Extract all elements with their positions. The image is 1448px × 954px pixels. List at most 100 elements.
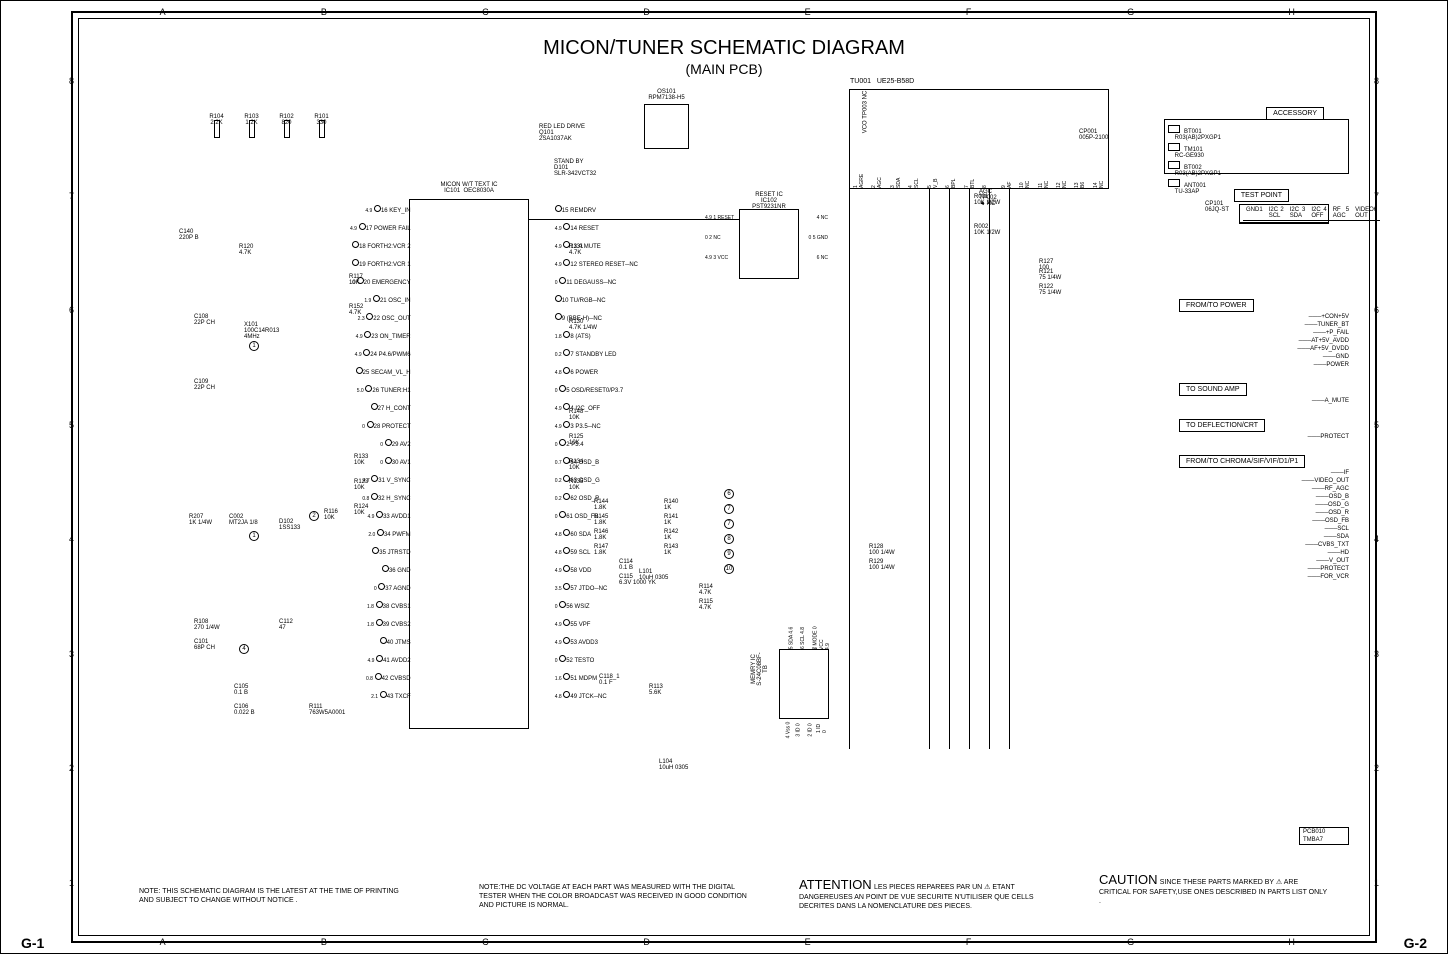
ic-pin: 0.7 64 OSD_B bbox=[555, 457, 638, 475]
ic-pin: 40 JTMS bbox=[350, 637, 411, 655]
grid-col: B bbox=[321, 937, 327, 947]
connection-group: FROM/TO CHROMA/SIF/VIF/D1/P1 ───IF───VID… bbox=[1179, 455, 1349, 580]
wire bbox=[989, 189, 990, 749]
component: R1431K bbox=[664, 544, 678, 556]
component: R108270 1/4W bbox=[194, 619, 220, 631]
attention-block: ATTENTION LES PIECES REPAREES PAR UN ⚠ E… bbox=[799, 877, 1059, 910]
ic-pin: 4.9 55 VPF bbox=[555, 619, 638, 637]
wire bbox=[929, 189, 930, 749]
signal-line: ───HD bbox=[1179, 550, 1349, 556]
signal-line: ───+CON+5V bbox=[1179, 314, 1349, 320]
ic-pin: 0.2 63 OSD_G bbox=[555, 475, 638, 493]
node-ref: 2 bbox=[309, 511, 319, 521]
signal-line: ───AT+5V_AVDD bbox=[1179, 338, 1349, 344]
grid-row: 5 bbox=[69, 420, 74, 430]
grid-col: E bbox=[805, 937, 811, 947]
ic-pin: 4.9 12 STEREO RESET─NC bbox=[555, 259, 638, 277]
ic-pin: 1 ID 0 bbox=[816, 721, 828, 733]
tuner-pin: 7 BTL bbox=[964, 180, 976, 188]
signal-line: ───RF_AGC bbox=[1179, 486, 1349, 492]
signal-line: ───GND bbox=[1179, 354, 1349, 360]
node-ref: 4 bbox=[239, 644, 249, 654]
grid-row: 2 bbox=[69, 763, 74, 773]
component: R00110K 1/2W bbox=[974, 194, 1000, 206]
grid-row: 3 bbox=[69, 649, 74, 659]
ic-pin: 4.9 41 AVDD2 bbox=[350, 655, 411, 673]
ic-pin: 35 JTRSTD bbox=[350, 547, 411, 565]
grid-col: B bbox=[321, 7, 327, 17]
component: R1524.7K bbox=[349, 304, 363, 316]
component: R1411K bbox=[664, 514, 678, 526]
signal-line: ───+P_FAIL bbox=[1179, 330, 1349, 336]
wire bbox=[529, 219, 739, 220]
component: R1204.7K bbox=[239, 244, 253, 256]
ic-pin: 4.9 13 A MUTE bbox=[555, 241, 638, 259]
tuner-block: TU001 UE25-B58D 1 AGRE2 AGC3 SDA4 SCL5 V… bbox=[849, 89, 1109, 189]
grid-row: 8 bbox=[1374, 76, 1379, 86]
grid-col: C bbox=[482, 937, 489, 947]
grid-col: A bbox=[160, 7, 166, 17]
remocon-block: OS101RPM7138-H5 bbox=[644, 104, 689, 149]
component: R1154.7K bbox=[699, 599, 713, 611]
corner-bl: G-1 bbox=[21, 935, 44, 951]
grid-col: H bbox=[1288, 937, 1295, 947]
tuner-pin: 9 AF bbox=[1001, 180, 1013, 188]
cp101: CP10106JQ-ST bbox=[1205, 201, 1229, 213]
signal-line: ───IF bbox=[1179, 470, 1349, 476]
tuner-pin: 11 NC bbox=[1038, 180, 1050, 188]
signal-line: ───PROTECT bbox=[1179, 434, 1349, 440]
component: R128100 1/4W bbox=[869, 544, 895, 556]
resistor: R101330 bbox=[304, 114, 339, 134]
component: R11710K bbox=[349, 274, 363, 286]
component: C11247 bbox=[279, 619, 293, 631]
ic-pin: 1.8 8 (ATS) bbox=[555, 331, 638, 349]
resistor: R1042.2K bbox=[199, 114, 234, 134]
wire bbox=[969, 189, 970, 749]
ic-pin: 0.8 42 CVBSD bbox=[350, 673, 411, 691]
ic-pin: 0 56 WSIZ bbox=[555, 601, 638, 619]
resistor: R102820 bbox=[269, 114, 304, 134]
component: R1304.7K 1/4W bbox=[569, 319, 597, 331]
node-ref: 10 bbox=[724, 564, 734, 574]
component: R1461.8K bbox=[594, 529, 608, 541]
tuner-pin: 13 B6 bbox=[1074, 180, 1086, 188]
ic-pin: 0 2 P3.4 bbox=[555, 439, 638, 457]
tuner-pin: 8 bbox=[982, 180, 994, 188]
signal-line: ───V_OUT bbox=[1179, 558, 1349, 564]
ic-pin: 3 ID 0 bbox=[796, 723, 802, 736]
ic-pin: 6 NC bbox=[817, 255, 828, 261]
wire bbox=[849, 189, 850, 749]
test-point-table: GND1I2C SCL2I2C SDA3I2C OFF4RF AGC5VIDEO… bbox=[1239, 204, 1329, 224]
ic-pin: 0 5 OSD/RESET0/P3.7 bbox=[555, 385, 638, 403]
ic-pin: 4.8 49 JTCK─NC bbox=[555, 691, 638, 709]
corner-br: G-2 bbox=[1404, 935, 1427, 951]
component: R1144.7K bbox=[699, 584, 713, 596]
grid-row: 1 bbox=[69, 878, 74, 888]
ic-pin: 4 Vss 0 bbox=[785, 722, 791, 739]
grid-col: D bbox=[643, 937, 650, 947]
reset-ic: RESET ICIC102PST9231NR 4.9 1 RESET0 2 NC… bbox=[739, 209, 799, 279]
node-ref: 1 bbox=[249, 531, 259, 541]
test-point-row: GND1 bbox=[1243, 206, 1266, 221]
ic-pin: 1.8 38 CVBS1 bbox=[350, 601, 411, 619]
signal-line: ───VIDEO_OUT bbox=[1179, 478, 1349, 484]
ic-pin: 27 H_CONT bbox=[350, 403, 411, 421]
grid-col: A bbox=[160, 937, 166, 947]
grid-row: 7 bbox=[69, 191, 74, 201]
component: C002MT2JA 1/8 bbox=[229, 514, 258, 526]
ic-pin: 0 37 AGND bbox=[350, 583, 411, 601]
component: R12310K bbox=[354, 479, 368, 491]
signal-line: ───AF+5V_DVDD bbox=[1179, 346, 1349, 352]
standby-diode: STAND BY D101 SLR-342VCT32 bbox=[554, 159, 596, 177]
component: R1441.8K bbox=[594, 499, 608, 511]
component: C1060.022 B bbox=[234, 704, 255, 716]
accessory-item: BT002 R03(AB)2PXGP1 bbox=[1168, 161, 1345, 177]
grid-col: D bbox=[643, 7, 650, 17]
grid-row: 4 bbox=[1374, 534, 1379, 544]
signal-line: ───TUNER_BT bbox=[1179, 322, 1349, 328]
ic-pin: 4.9 1 RESET bbox=[705, 215, 734, 221]
resistor: R1031.2K bbox=[234, 114, 269, 134]
memory-ic-label: MEMRY ICS-24C08BF-TB bbox=[751, 649, 769, 689]
signal-line: ───A_MUTE bbox=[1179, 398, 1349, 404]
crystal: X101100C14R0134MHz bbox=[244, 322, 279, 340]
